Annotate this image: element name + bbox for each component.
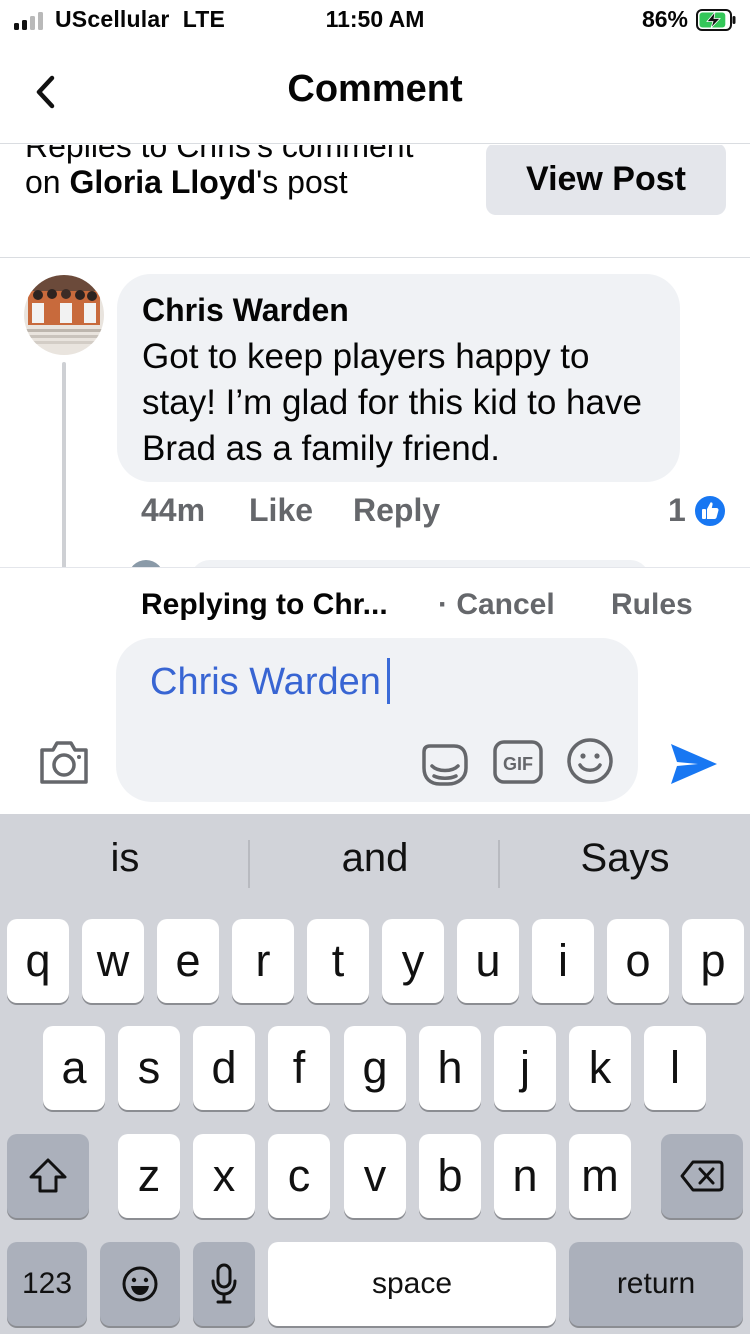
comment-input[interactable]: Chris Warden GIF <box>116 638 638 802</box>
emoji-face-icon <box>122 1266 158 1302</box>
space-key[interactable]: space <box>268 1242 556 1326</box>
emoji-icon[interactable] <box>565 736 615 786</box>
key-l[interactable]: l <box>644 1026 706 1110</box>
send-icon[interactable] <box>668 740 720 788</box>
gif-icon[interactable]: GIF <box>492 738 544 786</box>
key-g[interactable]: g <box>344 1026 406 1110</box>
shift-key[interactable] <box>7 1134 89 1218</box>
thread-line <box>62 362 66 572</box>
key-d[interactable]: d <box>193 1026 255 1110</box>
comment-text: Got to keep players happy to stay! I’m g… <box>142 337 642 468</box>
battery-charging-icon <box>696 9 736 31</box>
view-post-button[interactable]: View Post <box>486 145 726 215</box>
team-photo-image <box>24 275 104 355</box>
reaction-count[interactable]: 1 <box>668 492 686 529</box>
cancel-reply-button[interactable]: · Cancel <box>438 588 555 622</box>
key-y[interactable]: y <box>382 919 444 1003</box>
replying-to-label: Replying to Chr... <box>141 588 388 621</box>
context-post-owner[interactable]: Gloria Lloyd <box>69 164 256 200</box>
text-caret <box>386 658 390 704</box>
mention-tag: Chris Warden <box>150 658 390 704</box>
battery-percent: 86% <box>641 6 688 32</box>
key-i[interactable]: i <box>532 919 594 1003</box>
rules-link[interactable]: Rules <box>611 588 693 622</box>
key-q[interactable]: q <box>7 919 69 1003</box>
predictive-bar: is and Says <box>0 814 750 914</box>
comment-bubble[interactable]: Chris Warden Got to keep players happy t… <box>117 274 680 482</box>
like-button[interactable]: Like <box>249 492 313 529</box>
key-j[interactable]: j <box>494 1026 556 1110</box>
key-w[interactable]: w <box>82 919 144 1003</box>
comment-time[interactable]: 44m <box>141 492 205 529</box>
numbers-key[interactable]: 123 <box>7 1242 87 1326</box>
backspace-icon <box>680 1160 724 1192</box>
key-m[interactable]: m <box>569 1134 631 1218</box>
comment-author[interactable]: Chris Warden <box>142 292 349 329</box>
nav-header: Comment <box>0 48 750 144</box>
camera-icon[interactable] <box>38 738 90 786</box>
key-f[interactable]: f <box>268 1026 330 1110</box>
key-b[interactable]: b <box>419 1134 481 1218</box>
context-suffix: 's post <box>256 164 348 200</box>
key-p[interactable]: p <box>682 919 744 1003</box>
key-n[interactable]: n <box>494 1134 556 1218</box>
comment-actions: 44m Like Reply <box>141 492 741 532</box>
gif-label: GIF <box>503 754 533 774</box>
reply-button[interactable]: Reply <box>353 492 440 529</box>
status-time: 11:50 AM <box>325 6 425 32</box>
key-a[interactable]: a <box>43 1026 105 1110</box>
key-v[interactable]: v <box>344 1134 406 1218</box>
shift-icon <box>29 1158 67 1193</box>
suggestion-3[interactable]: Says <box>500 836 750 881</box>
thumbs-up-reaction-icon[interactable] <box>694 495 726 527</box>
key-r[interactable]: r <box>232 919 294 1003</box>
suggestion-1[interactable]: is <box>0 836 250 881</box>
suggestion-2[interactable]: and <box>250 836 500 881</box>
key-k[interactable]: k <box>569 1026 631 1110</box>
ios-keyboard: is and Says q w e r t y u i o p a s d f … <box>0 814 750 1334</box>
reply-context-bar: Replies to Chris's comment on Gloria Llo… <box>0 145 750 258</box>
key-u[interactable]: u <box>457 919 519 1003</box>
dictation-key[interactable] <box>193 1242 255 1326</box>
key-c[interactable]: c <box>268 1134 330 1218</box>
page-title: Comment <box>287 68 463 110</box>
emoji-keyboard-key[interactable] <box>100 1242 180 1326</box>
return-key[interactable]: return <box>569 1242 743 1326</box>
key-e[interactable]: e <box>157 919 219 1003</box>
reply-composer: Replying to Chr... · Cancel Rules Chris … <box>0 568 750 814</box>
reply-context-text: Replies to Chris's comment on Gloria Llo… <box>25 145 425 200</box>
microphone-icon <box>211 1263 237 1304</box>
backspace-key[interactable] <box>661 1134 743 1218</box>
avatar[interactable] <box>24 275 104 355</box>
key-z[interactable]: z <box>118 1134 180 1218</box>
key-o[interactable]: o <box>607 919 669 1003</box>
key-s[interactable]: s <box>118 1026 180 1110</box>
status-bar: UScellular LTE 11:50 AM 86% <box>0 0 750 40</box>
key-h[interactable]: h <box>419 1026 481 1110</box>
sticker-icon[interactable] <box>420 738 470 788</box>
key-x[interactable]: x <box>193 1134 255 1218</box>
mention-text: Chris Warden <box>150 661 381 703</box>
key-t[interactable]: t <box>307 919 369 1003</box>
